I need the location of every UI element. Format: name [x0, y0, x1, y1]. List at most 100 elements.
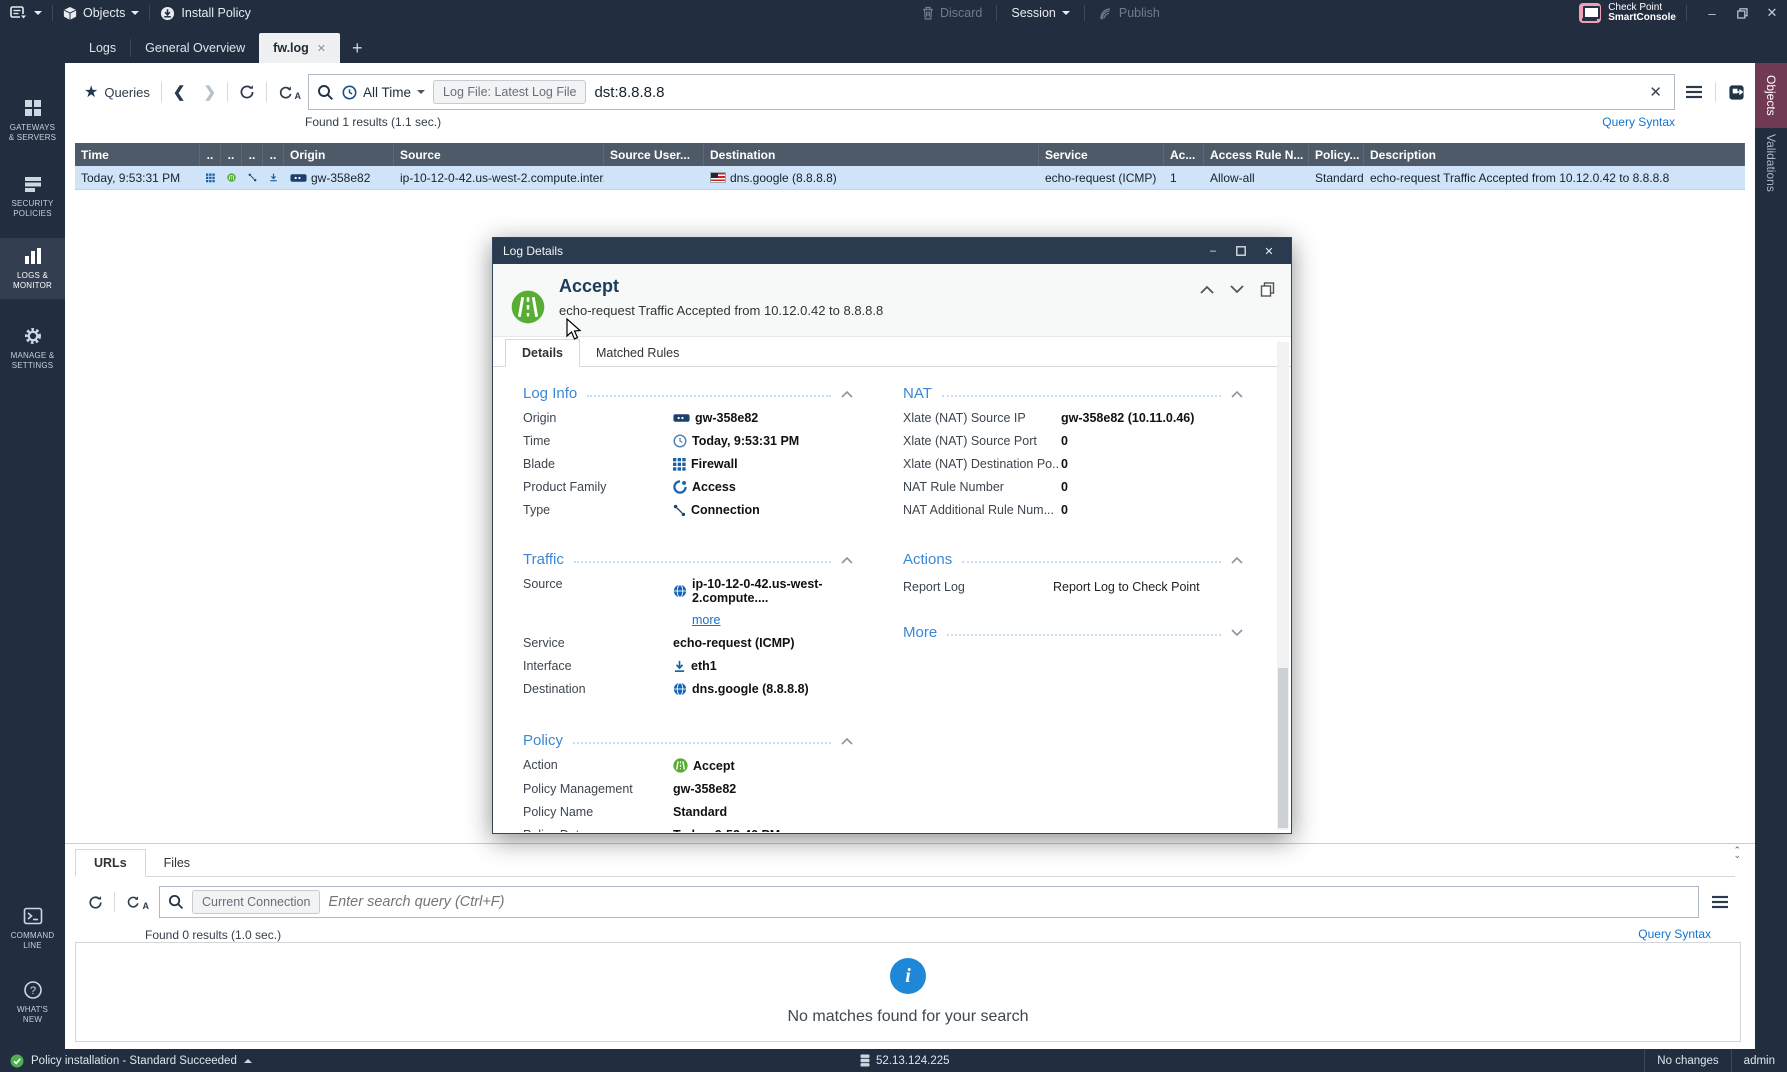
col-service[interactable]: Service — [1039, 143, 1164, 166]
col-origin[interactable]: Origin — [284, 143, 394, 166]
changes-indicator[interactable]: No changes — [1644, 1049, 1730, 1072]
tab-files[interactable]: Files — [146, 850, 208, 876]
dialog-scrollbar-thumb[interactable] — [1278, 668, 1288, 828]
expand-section-icon[interactable] — [1231, 629, 1243, 637]
dotted-divider — [574, 561, 831, 563]
collapse-section-icon[interactable] — [1231, 390, 1243, 398]
menu-icon[interactable] — [1685, 85, 1703, 99]
svg-text:?: ? — [29, 985, 35, 997]
back-button[interactable]: ❮ — [164, 83, 195, 101]
rail-tab-validations[interactable]: Validations — [1755, 122, 1787, 204]
collapse-section-icon[interactable] — [841, 737, 853, 745]
col-policy[interactable]: Policy... — [1309, 143, 1364, 166]
document-tab-row: Logs General Overview fw.log ✕ + — [0, 26, 1787, 63]
dialog-tab-details[interactable]: Details — [505, 339, 580, 367]
window-minimize-button[interactable]: – — [1697, 0, 1727, 26]
col-icon3[interactable]: .. — [242, 143, 263, 166]
bottom-refresh-button[interactable] — [79, 895, 112, 910]
tab-fwlog[interactable]: fw.log ✕ — [259, 33, 340, 63]
field-label: Xlate (NAT) Source Port — [903, 434, 1061, 448]
new-tab-button[interactable]: + — [340, 38, 375, 59]
window-close-button[interactable]: ✕ — [1757, 0, 1787, 26]
publish-button[interactable]: Publish — [1089, 0, 1170, 26]
col-icon1[interactable]: .. — [200, 143, 221, 166]
app-menu-button[interactable] — [0, 0, 52, 26]
queries-label: Queries — [104, 85, 150, 100]
tab-logs-label: Logs — [89, 41, 116, 55]
objects-menu-button[interactable]: Objects — [53, 0, 149, 26]
inbound-interface-icon — [263, 166, 284, 189]
col-icon4[interactable]: .. — [263, 143, 284, 166]
dialog-tab-matched-rules[interactable]: Matched Rules — [580, 340, 695, 366]
more-link[interactable]: more — [692, 613, 720, 627]
collapse-section-icon[interactable] — [1231, 556, 1243, 564]
discard-button[interactable]: Discard — [912, 0, 992, 26]
policy-install-status[interactable]: Policy installation - Standard Succeeded — [0, 1054, 252, 1068]
sidebar-item-gateways[interactable]: GATEWAYS& SERVERS — [0, 90, 65, 151]
bottom-auto-refresh-button[interactable]: A — [117, 895, 149, 909]
field-label: NAT Additional Rule Num... — [903, 503, 1061, 517]
dialog-close-button[interactable]: ✕ — [1257, 241, 1281, 261]
session-menu-button[interactable]: Session — [1001, 0, 1079, 26]
col-destination[interactable]: Destination — [704, 143, 1039, 166]
col-icon2[interactable]: .. — [221, 143, 242, 166]
next-log-icon[interactable] — [1230, 285, 1244, 294]
dialog-scrollbar[interactable] — [1277, 342, 1289, 830]
col-access-rule[interactable]: Access Rule N... — [1204, 143, 1309, 166]
dialog-maximize-button[interactable] — [1229, 241, 1253, 261]
query-syntax-link[interactable]: Query Syntax — [1602, 115, 1675, 129]
window-restore-button[interactable] — [1727, 0, 1757, 26]
globe-icon — [673, 584, 687, 598]
tab-general-overview[interactable]: General Overview — [131, 33, 259, 63]
clear-query-icon[interactable]: ✕ — [1645, 83, 1666, 101]
dialog-minimize-button[interactable]: – — [1201, 241, 1225, 261]
sidebar-item-manage-settings[interactable]: MANAGE &SETTINGS — [0, 318, 65, 379]
refresh-button[interactable] — [230, 84, 264, 100]
tab-close-icon[interactable]: ✕ — [317, 42, 326, 55]
col-source-user[interactable]: Source User... — [604, 143, 704, 166]
log-file-chip[interactable]: Log File: Latest Log File — [433, 80, 586, 104]
col-time[interactable]: Time — [75, 143, 200, 166]
sidebar-item-logs-monitor[interactable]: LOGS &MONITOR — [0, 238, 65, 299]
cell-destination: dns.google (8.8.8.8) — [704, 166, 1039, 189]
section-more-title: More — [903, 624, 937, 641]
copy-icon[interactable] — [1260, 282, 1275, 297]
log-search-box[interactable]: All Time Log File: Latest Log File ✕ — [308, 74, 1675, 110]
bottom-query-syntax-link[interactable]: Query Syntax — [1638, 927, 1711, 941]
bottom-menu-icon[interactable] — [1699, 895, 1741, 909]
col-source[interactable]: Source — [394, 143, 604, 166]
col-action[interactable]: Ac... — [1164, 143, 1204, 166]
collapse-section-icon[interactable] — [841, 556, 853, 564]
sidebar-item-whats-new[interactable]: ? WHAT'SNEW — [0, 972, 65, 1033]
col-description[interactable]: Description — [1364, 143, 1745, 166]
trash-icon — [922, 6, 934, 20]
sidebar-item-security-policies[interactable]: SECURITYPOLICIES — [0, 166, 65, 227]
prev-log-icon[interactable] — [1200, 285, 1214, 294]
time-filter-dropdown[interactable]: All Time — [342, 85, 425, 100]
current-connection-chip[interactable]: Current Connection — [192, 890, 320, 914]
dialog-title: Log Details — [503, 244, 563, 258]
bottom-search-box[interactable]: Current Connection — [159, 886, 1699, 918]
field-value: gw-358e82 (10.11.0.46) — [1061, 411, 1194, 425]
bottom-search-input[interactable] — [328, 894, 1690, 910]
install-policy-label: Install Policy — [181, 6, 250, 20]
inbound-interface-icon — [673, 660, 686, 673]
tab-logs[interactable]: Logs — [75, 33, 130, 63]
dialog-titlebar[interactable]: Log Details – ✕ — [493, 238, 1291, 264]
export-icon[interactable] — [1728, 84, 1745, 101]
install-policy-button[interactable]: Install Policy — [150, 0, 260, 26]
rail-tab-objects[interactable]: Objects — [1755, 63, 1787, 128]
sidebar-item-command-line[interactable]: COMMANDLINE — [0, 898, 65, 959]
collapse-section-icon[interactable] — [841, 390, 853, 398]
query-input[interactable] — [594, 84, 1637, 101]
queries-button[interactable]: ★ Queries — [75, 82, 159, 102]
report-log-link[interactable]: Report Log to Check Point — [1053, 580, 1200, 594]
forward-button[interactable]: ❯ — [194, 83, 225, 101]
tab-overview-label: General Overview — [145, 41, 245, 55]
table-row[interactable]: Today, 9:53:31 PM gw-358e82 ip-10-12-0-4… — [75, 166, 1745, 190]
auto-refresh-button[interactable]: A — [269, 85, 302, 100]
accept-action-icon — [221, 166, 242, 189]
user-indicator[interactable]: admin — [1731, 1049, 1787, 1072]
tab-urls[interactable]: URLs — [75, 849, 146, 877]
cell-access-rule-name: Allow-all — [1204, 166, 1309, 189]
